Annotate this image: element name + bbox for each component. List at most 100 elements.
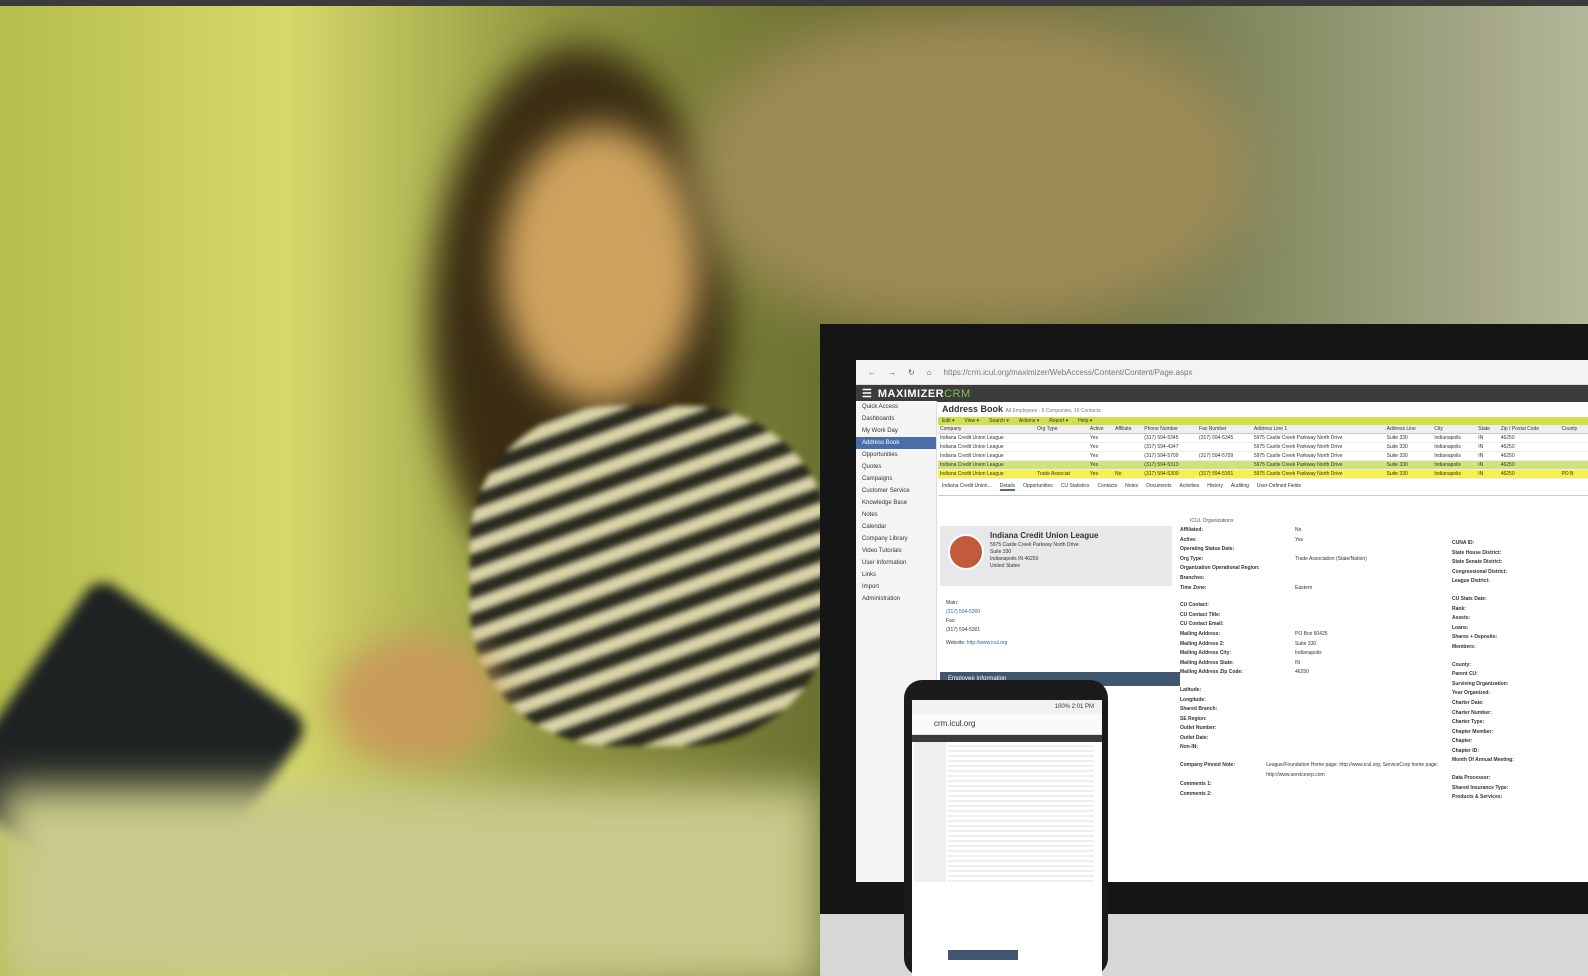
- table-surface: [0, 786, 820, 976]
- sidebar-item[interactable]: Video Tutorials: [856, 545, 936, 557]
- detail-tab[interactable]: Opportunities: [1023, 483, 1053, 491]
- toolbar-menu[interactable]: Actions ▾: [1019, 418, 1039, 424]
- toolbar-menu[interactable]: Help ▾: [1078, 418, 1092, 424]
- sidebar-item[interactable]: Quotes: [856, 461, 936, 473]
- sidebar-item[interactable]: Opportunities: [856, 449, 936, 461]
- table-cell: Indiana Credit Union League: [938, 451, 1036, 461]
- column-header[interactable]: Affiliate: [1113, 425, 1143, 434]
- sidebar-item[interactable]: Dashboards: [856, 413, 936, 425]
- table-cell: 46250: [1498, 433, 1560, 443]
- column-header[interactable]: Zip / Postal Code: [1498, 425, 1560, 434]
- column-header[interactable]: State: [1476, 425, 1499, 434]
- detail-tab[interactable]: CU Statistics: [1061, 483, 1090, 491]
- column-header[interactable]: Company: [938, 425, 1036, 434]
- toolbar-menu[interactable]: View ▾: [965, 418, 980, 424]
- field-label: Chapter:: [1452, 738, 1473, 745]
- address-line: 5975 Castle Creek Parkway North Drive: [990, 542, 1079, 548]
- table-row[interactable]: Indiana Credit Union League Yes (317) 594-…: [938, 442, 1588, 452]
- toolbar-menu[interactable]: Report ▾: [1049, 418, 1068, 424]
- sidebar-item[interactable]: Campaigns: [856, 473, 936, 485]
- detail-tab[interactable]: History: [1207, 483, 1223, 491]
- website-link[interactable]: http://www.icul.org: [967, 640, 1008, 646]
- field-row: Mailing Address City: Indianapolis: [1180, 649, 1440, 659]
- sidebar-item[interactable]: Knowledge Base: [856, 497, 936, 509]
- detail-tab[interactable]: Indiana Credit Union...: [942, 483, 992, 491]
- column-header[interactable]: City: [1432, 425, 1477, 434]
- table-cell: 46250: [1498, 442, 1560, 452]
- column-header[interactable]: Fax Number: [1197, 425, 1252, 434]
- field-label: Shared Branch:: [1180, 706, 1218, 713]
- field-row: Mailing Address State: IN: [1180, 659, 1440, 669]
- table-cell: (317) 594-5313: [1142, 460, 1198, 470]
- detail-tab[interactable]: Activities: [1180, 483, 1200, 491]
- field-label: Surviving Organization:: [1452, 680, 1509, 687]
- forward-icon[interactable]: →: [888, 368, 896, 377]
- back-icon[interactable]: ←: [868, 368, 876, 377]
- detail-tab[interactable]: Notes: [1125, 483, 1138, 491]
- sidebar-item[interactable]: Quick Access: [856, 401, 936, 413]
- sidebar-item[interactable]: Administration: [856, 593, 936, 605]
- toolbar-menu[interactable]: Search ▾: [989, 418, 1009, 424]
- table-row[interactable]: Indiana Credit Union League Yes (317) 594-…: [938, 433, 1588, 443]
- phone-url-bar[interactable]: crm.icul.org: [912, 714, 1102, 735]
- brand-name: MAXIMIZER: [877, 387, 945, 400]
- column-header[interactable]: Phone Number: [1142, 425, 1198, 434]
- menu-icon[interactable]: ☰: [862, 387, 872, 400]
- column-header[interactable]: Address Line 1: [1251, 425, 1385, 434]
- table-row[interactable]: Indiana Credit Union League Trade Associa…: [938, 469, 1588, 479]
- sidebar-item[interactable]: Address Book: [856, 437, 936, 449]
- table-cell: [1035, 433, 1088, 443]
- detail-tab[interactable]: Contacts: [1097, 483, 1117, 491]
- column-header[interactable]: County: [1559, 425, 1588, 434]
- field-label: Rank:: [1452, 605, 1466, 612]
- detail-tab[interactable]: Auditing: [1231, 483, 1249, 491]
- sidebar-item[interactable]: User Information: [856, 557, 936, 569]
- table-cell: 46250: [1498, 460, 1560, 470]
- details-column-1: Affiliated: No Active: Yes Operating Status …: [1180, 526, 1440, 799]
- field-label: County:: [1452, 661, 1471, 668]
- field-label: Mailing Address State:: [1180, 659, 1234, 666]
- field-row: Comments 1:: [1180, 780, 1440, 790]
- field-row: Outlet Number:: [1180, 724, 1440, 734]
- app-header: ☰ MAXIMIZERCRM: [856, 385, 1588, 402]
- sidebar-item[interactable]: Notes: [856, 509, 936, 521]
- address-line: Suite 330: [990, 549, 1012, 555]
- table-row[interactable]: Indiana Credit Union League Yes (317) 594-…: [938, 451, 1588, 461]
- detail-tab[interactable]: Details: [999, 483, 1016, 491]
- table-cell: Indianapolis: [1432, 451, 1477, 461]
- field-label: Comments 2:: [1180, 790, 1212, 797]
- sidebar-item[interactable]: My Work Day: [856, 425, 936, 437]
- detail-tab[interactable]: Documents: [1146, 483, 1171, 491]
- sidebar-item[interactable]: Customer Service: [856, 485, 936, 497]
- company-card: Indiana Credit Union League 5975 Castle …: [940, 526, 1172, 586]
- table-row[interactable]: Indiana Credit Union League Yes (317) 594-…: [938, 460, 1588, 470]
- table-cell: 5975 Castle Creek Parkway North Drive: [1251, 451, 1385, 461]
- detail-tab[interactable]: User-Defined Fields: [1257, 483, 1301, 491]
- sidebar-item[interactable]: Links: [856, 569, 936, 581]
- column-header[interactable]: Address Line: [1384, 425, 1433, 434]
- org-selector[interactable]: ICUL Organizations: [1190, 518, 1233, 524]
- table-cell: Suite 330: [1384, 451, 1433, 461]
- table-cell: Indiana Credit Union League: [938, 433, 1036, 443]
- url-bar[interactable]: https://crm.icul.org/maximizer/WebAccess…: [944, 368, 1193, 377]
- sidebar-item[interactable]: Company Library: [856, 533, 936, 545]
- home-icon[interactable]: ⌂: [927, 368, 932, 377]
- detail-tabs: Indiana Credit Union... Details Opportunit…: [938, 479, 1588, 496]
- field-label: Shared Insurance Type:: [1452, 784, 1509, 791]
- table-cell: 5975 Castle Creek Parkway North Drive: [1251, 442, 1385, 452]
- main-phone-link[interactable]: (317) 594-5300: [946, 609, 980, 615]
- column-header[interactable]: Active: [1087, 425, 1114, 434]
- reload-icon[interactable]: ↻: [908, 368, 915, 377]
- field-label: Charter Type:: [1452, 719, 1485, 726]
- sidebar-item[interactable]: Import: [856, 581, 936, 593]
- field-label: CU Stats Date:: [1452, 595, 1487, 602]
- sidebar-item[interactable]: Calendar: [856, 521, 936, 533]
- field-row: CU Contact Title:: [1180, 611, 1440, 621]
- field-label: State Senate District:: [1452, 559, 1503, 566]
- toolbar-menu[interactable]: Edit ▾: [942, 418, 955, 424]
- column-header[interactable]: Org Type: [1035, 425, 1088, 434]
- field-label: SE Region:: [1180, 715, 1207, 722]
- field-row: Mailing Address 2: Suite 330: [1180, 640, 1440, 650]
- company-avatar: [948, 534, 984, 570]
- table-cell: Indiana Credit Union League: [938, 469, 1036, 479]
